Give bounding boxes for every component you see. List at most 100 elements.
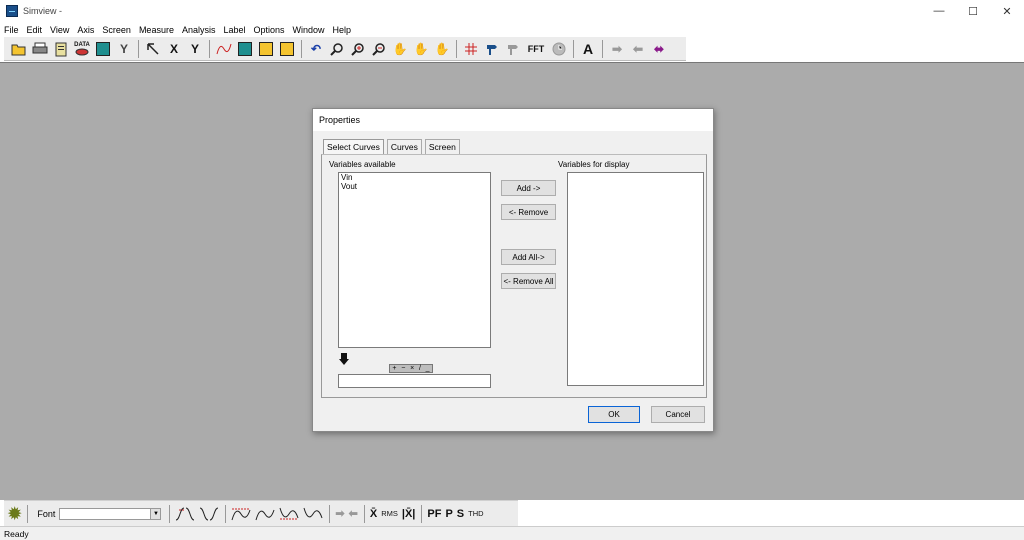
menu-analysis[interactable]: Analysis xyxy=(182,25,216,35)
clipboard-icon[interactable] xyxy=(52,40,70,58)
menu-window[interactable]: Window xyxy=(293,25,325,35)
window-title: Simview - xyxy=(23,6,63,16)
falling-edge-icon[interactable] xyxy=(199,505,219,523)
close-button[interactable]: ✕ xyxy=(990,0,1024,22)
x-axis-icon[interactable]: X xyxy=(165,40,183,58)
max-global-icon[interactable] xyxy=(255,505,275,523)
variables-display-list[interactable] xyxy=(567,172,704,386)
fft-icon[interactable]: FFT xyxy=(525,40,547,58)
arrow-left-icon[interactable]: ⬅ xyxy=(349,505,358,523)
arrow-right-icon[interactable]: ➡ xyxy=(335,505,344,523)
minus-operator-button[interactable]: − xyxy=(401,365,405,372)
menu-axis[interactable]: Axis xyxy=(77,25,94,35)
status-text: Ready xyxy=(4,528,29,539)
chart-icon[interactable] xyxy=(94,40,112,58)
zoom-out-icon[interactable] xyxy=(370,40,388,58)
pointer-icon[interactable] xyxy=(144,40,162,58)
rising-edge-icon[interactable] xyxy=(175,505,195,523)
pan-x-icon[interactable]: ✋ xyxy=(412,40,430,58)
menu-file[interactable]: File xyxy=(4,25,19,35)
marker-gray-icon[interactable] xyxy=(504,40,522,58)
toolbar-separator xyxy=(169,504,171,523)
marker-icon[interactable] xyxy=(483,40,501,58)
print-icon[interactable] xyxy=(31,40,49,58)
xy-icon[interactable]: Y xyxy=(115,40,133,58)
power-factor-button[interactable]: PF xyxy=(427,505,441,523)
status-bar: Ready xyxy=(0,526,1024,540)
chevron-down-icon[interactable]: ▼ xyxy=(150,508,161,519)
arrow-down-icon[interactable] xyxy=(339,353,349,365)
rms-button[interactable]: RMS xyxy=(381,505,398,523)
apparent-power-button[interactable]: S xyxy=(457,505,464,523)
dialog-title: Properties xyxy=(313,109,713,131)
multiply-operator-button[interactable]: × xyxy=(410,365,414,372)
list-item[interactable]: Vin xyxy=(339,173,490,182)
add-button[interactable]: Add -> xyxy=(501,180,556,196)
arrow-right-icon[interactable]: ➡ xyxy=(608,40,626,58)
grid-icon[interactable] xyxy=(236,40,254,58)
list-item[interactable]: Vout xyxy=(339,182,490,191)
menu-measure[interactable]: Measure xyxy=(139,25,174,35)
thd-button[interactable]: THD xyxy=(468,505,483,523)
tab-curves[interactable]: Curves xyxy=(386,139,422,154)
select-curves-panel: Variables available Vin Vout Add -> <- R… xyxy=(321,154,707,398)
ok-button[interactable]: OK xyxy=(588,406,640,423)
dialog-tabs: Select Curves Curves Screen xyxy=(323,139,463,155)
properties-dialog: Properties Select Curves Curves Screen V… xyxy=(312,108,714,432)
crosshair-icon[interactable] xyxy=(462,40,480,58)
minimize-button[interactable]: — xyxy=(922,0,956,22)
arrow-left-icon[interactable]: ⬅ xyxy=(629,40,647,58)
min-global-icon[interactable] xyxy=(303,505,323,523)
cancel-button[interactable]: Cancel xyxy=(651,406,705,423)
tab-screen[interactable]: Screen xyxy=(424,139,460,154)
font-label: Font xyxy=(37,508,56,519)
toolbar-separator xyxy=(421,504,423,523)
variables-available-list[interactable]: Vin Vout xyxy=(338,172,491,348)
remove-button[interactable]: <- Remove xyxy=(501,204,556,220)
menu-edit[interactable]: Edit xyxy=(27,25,43,35)
arrow-both-icon[interactable]: ⬌ xyxy=(650,40,668,58)
toolbar-separator xyxy=(27,504,29,523)
menu-label[interactable]: Label xyxy=(223,25,245,35)
bottom-toolbar: ✹ Font ▼ ➡ ⬅ X̄ RMS |X̄| PF P S THD xyxy=(4,500,518,526)
underscore-operator-button[interactable]: _ xyxy=(426,365,430,372)
open-icon[interactable] xyxy=(10,40,28,58)
settings-gear-icon[interactable]: ✹ xyxy=(8,505,21,523)
expression-input[interactable] xyxy=(338,374,491,388)
menu-options[interactable]: Options xyxy=(254,25,285,35)
y-axis-icon[interactable]: Y xyxy=(186,40,204,58)
abs-average-button[interactable]: |X̄| xyxy=(402,505,416,523)
menu-help[interactable]: Help xyxy=(333,25,352,35)
toolbar-separator xyxy=(573,39,574,58)
min-icon[interactable] xyxy=(279,505,299,523)
screen-layout-icon[interactable] xyxy=(257,40,275,58)
zoom-in-icon[interactable] xyxy=(349,40,367,58)
waveform-icon[interactable] xyxy=(215,40,233,58)
remove-all-button[interactable]: <- Remove All xyxy=(501,273,556,289)
text-icon[interactable]: A xyxy=(579,40,597,58)
power-button[interactable]: P xyxy=(445,505,452,523)
data-icon[interactable]: DATA xyxy=(73,40,91,58)
divide-operator-button[interactable]: / xyxy=(419,365,421,372)
toolbar-separator xyxy=(301,39,302,58)
undo-icon[interactable]: ↶ xyxy=(307,40,325,58)
plus-operator-button[interactable]: + xyxy=(392,365,396,372)
menu-bar: File Edit View Axis Screen Measure Analy… xyxy=(0,22,1024,37)
variables-available-label: Variables available xyxy=(329,160,396,169)
maximize-button[interactable]: ☐ xyxy=(956,0,990,22)
menu-screen[interactable]: Screen xyxy=(102,25,131,35)
clock-icon[interactable] xyxy=(550,40,568,58)
zoom-icon[interactable] xyxy=(328,40,346,58)
pan-y-icon[interactable]: ✋ xyxy=(433,40,451,58)
window-controls: — ☐ ✕ xyxy=(922,0,1024,22)
toolbar-separator xyxy=(329,504,331,523)
tab-select-curves[interactable]: Select Curves xyxy=(323,139,384,155)
add-all-button[interactable]: Add All-> xyxy=(501,249,556,265)
pan-icon[interactable]: ✋ xyxy=(391,40,409,58)
font-select[interactable]: ▼ xyxy=(59,507,162,520)
max-icon[interactable] xyxy=(231,505,251,523)
variables-display-label: Variables for display xyxy=(558,160,630,169)
average-button[interactable]: X̄ xyxy=(370,505,377,523)
screen-select-icon[interactable] xyxy=(278,40,296,58)
menu-view[interactable]: View xyxy=(50,25,69,35)
